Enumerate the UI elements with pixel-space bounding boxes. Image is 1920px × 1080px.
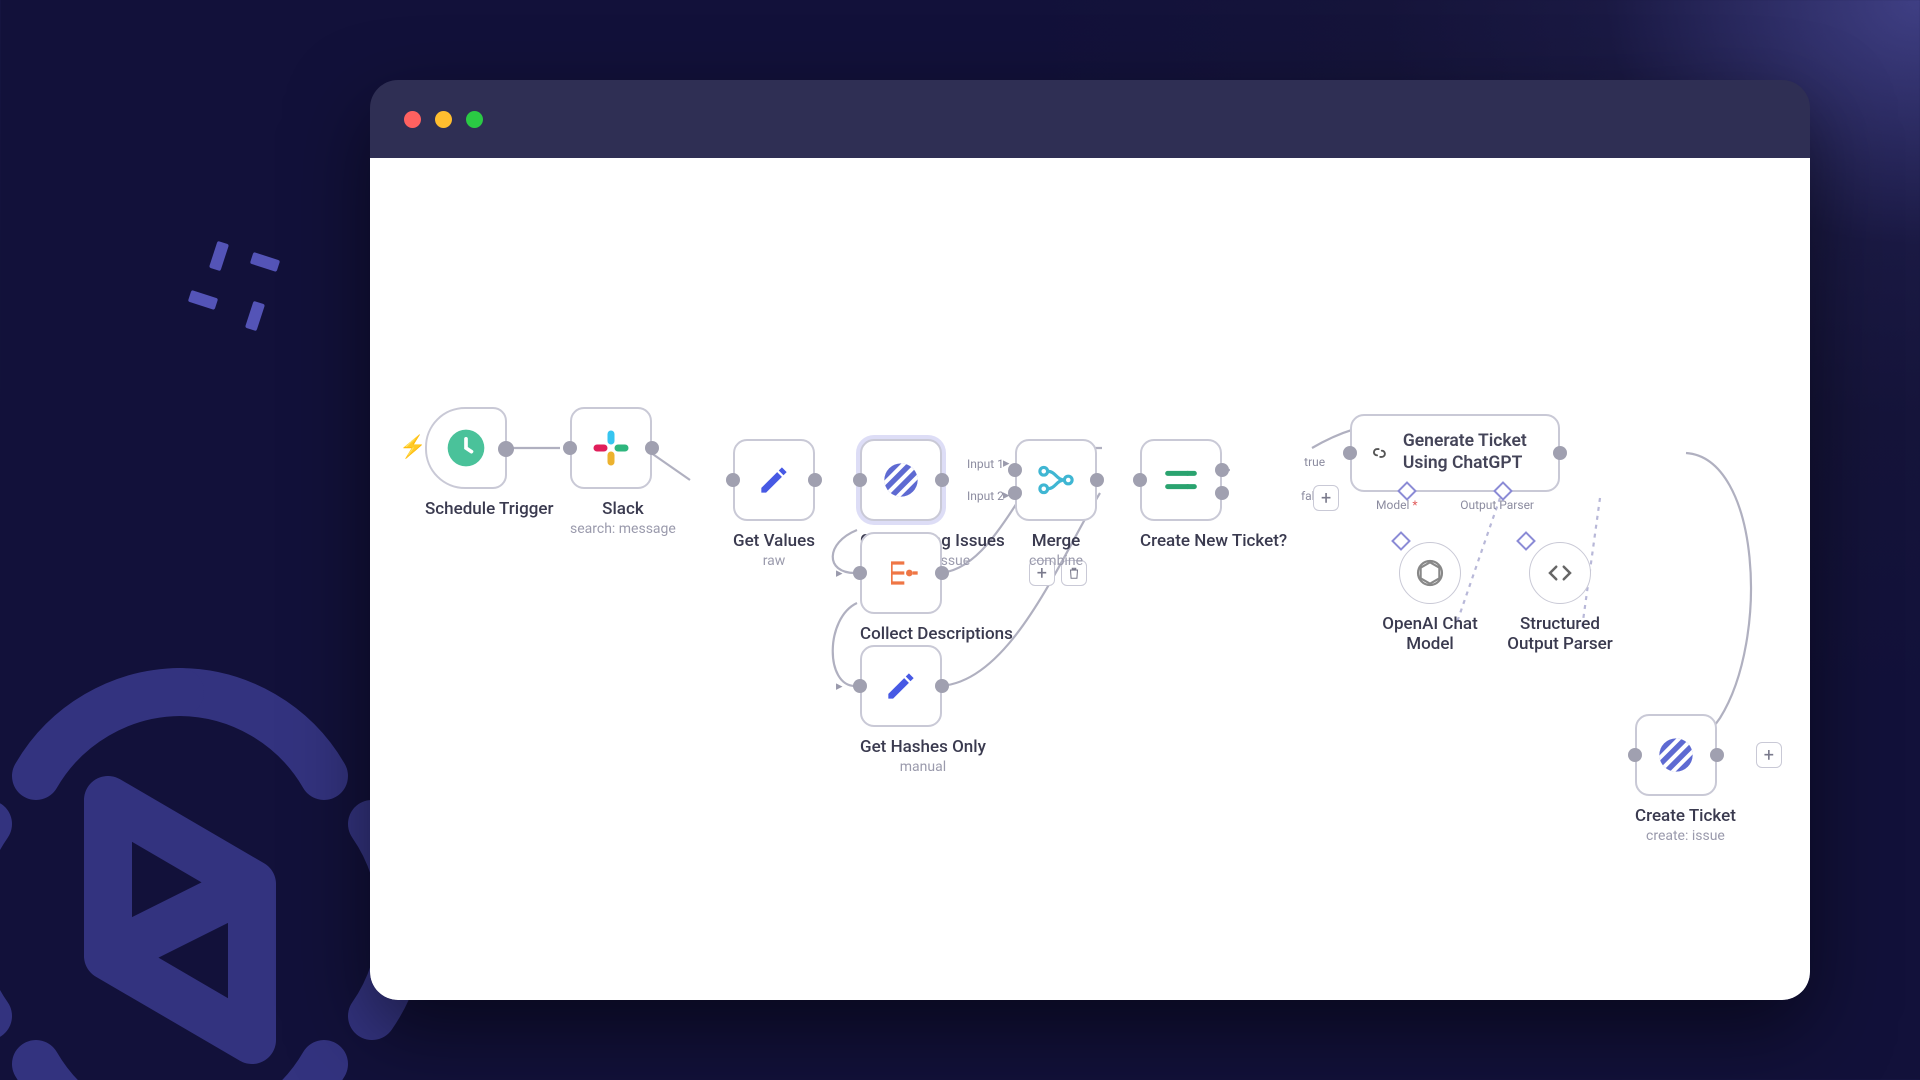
node-get-values[interactable]: Get Values raw (733, 439, 815, 569)
chain-icon (1370, 436, 1389, 470)
node-label: Get Hashes Only (860, 737, 986, 757)
zoom-icon[interactable] (466, 111, 483, 128)
port-label: Input 1 (967, 457, 1004, 471)
minimize-icon[interactable] (435, 111, 452, 128)
node-sublabel: search: message (570, 521, 676, 537)
merge-icon (1035, 459, 1077, 501)
node-label: Get Values (733, 531, 815, 551)
slack-icon (590, 427, 632, 469)
bolt-icon: ⚡ (399, 435, 426, 460)
node-label: Create Ticket (1635, 806, 1736, 826)
node-slack[interactable]: Slack search: message (570, 407, 676, 537)
node-generate-ticket[interactable]: Generate Ticket Using ChatGPT Model * Ou… (1350, 414, 1560, 512)
node-collect-descriptions[interactable]: ▸ + Collect Descriptions (860, 532, 1013, 644)
port-label: Input 2 (967, 489, 1004, 503)
switch-icon (1161, 460, 1201, 500)
node-create-new-ticket-if[interactable]: true false + Create New Ticket? (1140, 439, 1287, 551)
required-marker: * (1412, 498, 1417, 512)
port-label-true: true (1304, 455, 1325, 469)
node-schedule-trigger[interactable]: ⚡ Schedule Trigger (425, 407, 554, 519)
code-bracket-icon (1545, 558, 1575, 588)
node-label: Merge (1015, 531, 1097, 551)
code-item-icon (881, 553, 921, 593)
add-branch-button[interactable]: + (1313, 485, 1339, 511)
node-title: Generate Ticket Using ChatGPT (1403, 431, 1540, 475)
window-titlebar (370, 80, 1810, 158)
arrow-icon: ▸ (836, 566, 843, 581)
add-button[interactable]: + (1756, 742, 1782, 768)
port-label-parser: Output Parser (1460, 498, 1534, 512)
linear-icon (1656, 735, 1696, 775)
arrow-icon: ▸ (836, 679, 843, 694)
decorative-plus (195, 250, 295, 350)
node-sublabel: create: issue (1635, 828, 1736, 844)
port-label-model: Model (1376, 498, 1409, 512)
linear-icon (881, 460, 921, 500)
node-label: Schedule Trigger (425, 499, 554, 519)
node-label: OpenAI Chat Model (1375, 614, 1485, 654)
node-label: Structured Output Parser (1505, 614, 1615, 654)
app-window: ⚡ Schedule Trigger Slack search: message (370, 80, 1810, 1000)
node-label: Slack (570, 499, 676, 519)
node-sublabel: manual (860, 759, 986, 775)
openai-icon (1414, 557, 1446, 589)
node-get-hashes-only[interactable]: ▸ Get Hashes Only manual (860, 645, 986, 775)
workflow-canvas[interactable]: ⚡ Schedule Trigger Slack search: message (370, 158, 1810, 1000)
node-label: Create New Ticket? (1140, 531, 1287, 551)
pencil-icon (882, 667, 920, 705)
close-icon[interactable] (404, 111, 421, 128)
node-sublabel: raw (733, 553, 815, 569)
pencil-icon (755, 461, 793, 499)
node-openai-chat-model[interactable]: OpenAI Chat Model (1370, 542, 1490, 654)
node-sublabel: combine (1015, 553, 1097, 569)
node-structured-output-parser[interactable]: Structured Output Parser (1495, 542, 1625, 654)
node-label: Collect Descriptions (860, 624, 1013, 644)
node-merge[interactable]: Input 1 ▸ Input 2 ▸ Merge combine (1015, 439, 1097, 569)
node-create-ticket[interactable]: + Create Ticket create: issue (1635, 714, 1736, 844)
clock-icon (444, 426, 488, 470)
